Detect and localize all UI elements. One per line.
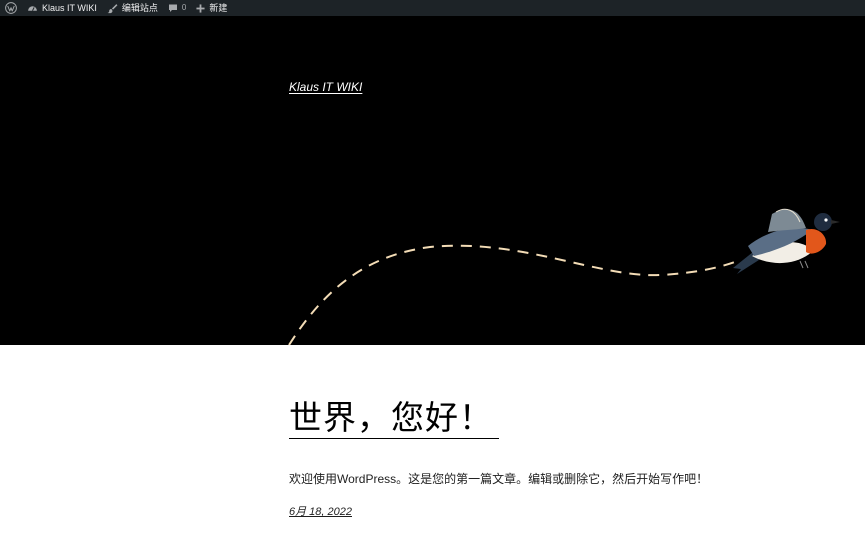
- plus-icon: [196, 3, 205, 13]
- wordpress-menu[interactable]: [0, 0, 22, 16]
- dashboard-gauge-icon: [27, 3, 38, 14]
- comments-menu[interactable]: 0: [163, 0, 191, 16]
- customize-menu[interactable]: 编辑站点: [102, 0, 163, 16]
- brush-icon: [107, 3, 118, 14]
- site-title-link[interactable]: Klaus IT WIKI: [289, 80, 362, 94]
- comment-bubble-icon: [168, 3, 178, 13]
- site-name-menu[interactable]: Klaus IT WIKI: [22, 0, 102, 16]
- admin-bar: Klaus IT WIKI 编辑站点 0 新建: [0, 0, 865, 16]
- flight-path-line: [288, 244, 741, 345]
- new-label: 新建: [209, 3, 228, 13]
- post-date-link[interactable]: 6月 18, 2022: [289, 503, 352, 519]
- site-name-label: Klaus IT WIKI: [42, 3, 97, 13]
- customize-label: 编辑站点: [121, 3, 158, 13]
- site-header: Klaus IT WIKI: [0, 16, 865, 345]
- new-content-menu[interactable]: 新建: [191, 0, 232, 16]
- wordpress-logo-icon: [5, 2, 17, 14]
- bird-illustration: [733, 208, 840, 274]
- header-illustration: [288, 208, 840, 345]
- post-title-link[interactable]: 世界，您好！: [289, 398, 499, 439]
- post-excerpt: 欢迎使用WordPress。这是您的第一篇文章。编辑或删除它，然后开始写作吧！: [289, 472, 709, 486]
- comments-count: 0: [181, 3, 187, 12]
